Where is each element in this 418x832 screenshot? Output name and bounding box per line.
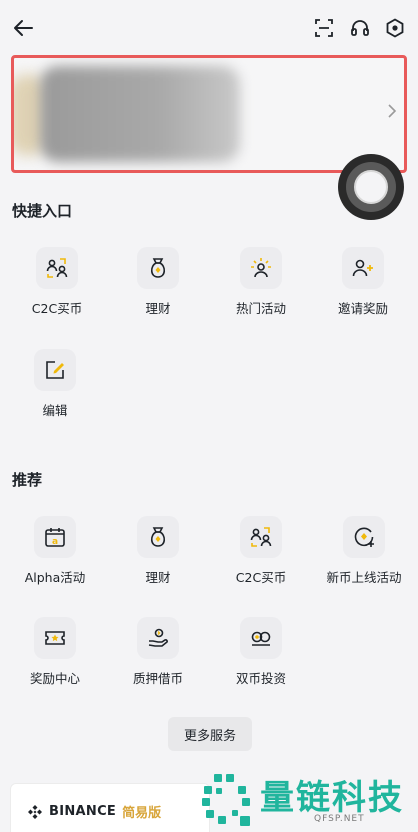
redacted-profile-info	[40, 66, 240, 162]
headset-icon[interactable]	[350, 18, 370, 38]
tile-c2c-buy-2[interactable]: C2C买币	[211, 516, 311, 586]
tile-icon-box	[342, 247, 384, 289]
p2p-icon	[250, 527, 272, 547]
watermark-text: 量链科技	[260, 778, 404, 818]
loan-hand-icon	[148, 628, 168, 647]
tile-icon-box	[34, 349, 76, 391]
tile-label: 奖励中心	[29, 671, 80, 686]
tile-label: Alpha活动	[24, 570, 86, 585]
floating-button-core	[354, 170, 388, 204]
watermark: 量链科技 QFSP.NET	[196, 768, 418, 832]
tile-rewards-center[interactable]: 奖励中心	[5, 617, 105, 687]
tile-label: 新币上线活动	[326, 570, 402, 585]
tile-icon-box	[240, 247, 282, 289]
arrow-left-icon[interactable]	[12, 17, 34, 39]
new-coin-icon	[354, 527, 374, 547]
money-bag-icon	[150, 258, 166, 278]
tile-wealth-2[interactable]: 理财	[108, 516, 208, 586]
edit-icon	[46, 361, 64, 379]
alpha-calendar-icon: a	[45, 528, 65, 547]
tile-icon-box	[34, 617, 76, 659]
tile-label: 编辑	[42, 403, 68, 418]
tile-wealth[interactable]: 理财	[108, 247, 208, 317]
chevron-right-icon	[388, 104, 397, 118]
tile-alpha-events[interactable]: a Alpha活动	[5, 516, 105, 586]
scan-icon[interactable]	[314, 18, 334, 38]
watermark-sub: QFSP.NET	[314, 814, 365, 824]
tile-label: C2C买币	[235, 570, 287, 585]
reward-ticket-icon	[45, 631, 65, 645]
tile-new-listing-events[interactable]: 新币上线活动	[314, 516, 414, 586]
tile-icon-box	[137, 516, 179, 558]
tile-icon-box	[343, 516, 385, 558]
money-bag-icon	[150, 527, 166, 547]
watermark-logo-icon	[202, 774, 250, 826]
tile-icon-box	[137, 247, 179, 289]
add-user-icon	[352, 259, 373, 277]
dual-coin-icon	[251, 631, 271, 646]
quick-entry-title: 快捷入口	[12, 202, 73, 220]
edition-text: 简易版	[122, 806, 162, 821]
more-services-button[interactable]: 更多服务	[168, 717, 252, 751]
profile-card[interactable]	[11, 55, 407, 173]
svg-text:a: a	[52, 537, 58, 547]
brand-text: BINANCE	[49, 804, 117, 819]
hex-settings-icon[interactable]	[385, 18, 405, 38]
tile-label: 热门活动	[235, 301, 286, 316]
tile-hot-events[interactable]: 热门活动	[211, 247, 311, 317]
tile-label: 理财	[145, 301, 171, 316]
binance-logo: BINANCE 简易版	[27, 802, 161, 821]
tile-edit[interactable]: 编辑	[5, 349, 105, 419]
tile-label: 理财	[145, 570, 171, 585]
p2p-icon	[46, 258, 68, 278]
tile-dual-investment[interactable]: 双币投资	[211, 617, 311, 687]
tile-label: 邀请奖励	[337, 301, 388, 316]
binance-lite-card[interactable]: BINANCE 简易版	[10, 783, 210, 832]
tile-icon-box	[240, 617, 282, 659]
tile-icon-box	[137, 617, 179, 659]
tile-label: 质押借币	[132, 671, 183, 686]
recommend-title: 推荐	[12, 471, 43, 489]
tile-c2c-buy[interactable]: C2C买币	[7, 247, 107, 317]
tile-label: C2C买币	[31, 301, 83, 316]
tile-icon-box	[36, 247, 78, 289]
tile-icon-box: a	[34, 516, 76, 558]
sun-person-icon	[251, 258, 271, 278]
tile-icon-box	[240, 516, 282, 558]
top-bar	[0, 0, 418, 56]
floating-assistive-button[interactable]	[338, 154, 404, 220]
binance-diamond-icon	[28, 804, 42, 819]
tile-label: 双币投资	[235, 671, 286, 686]
tile-pledge-loan[interactable]: 质押借币	[108, 617, 208, 687]
tile-invite-rewards[interactable]: 邀请奖励	[313, 247, 413, 317]
